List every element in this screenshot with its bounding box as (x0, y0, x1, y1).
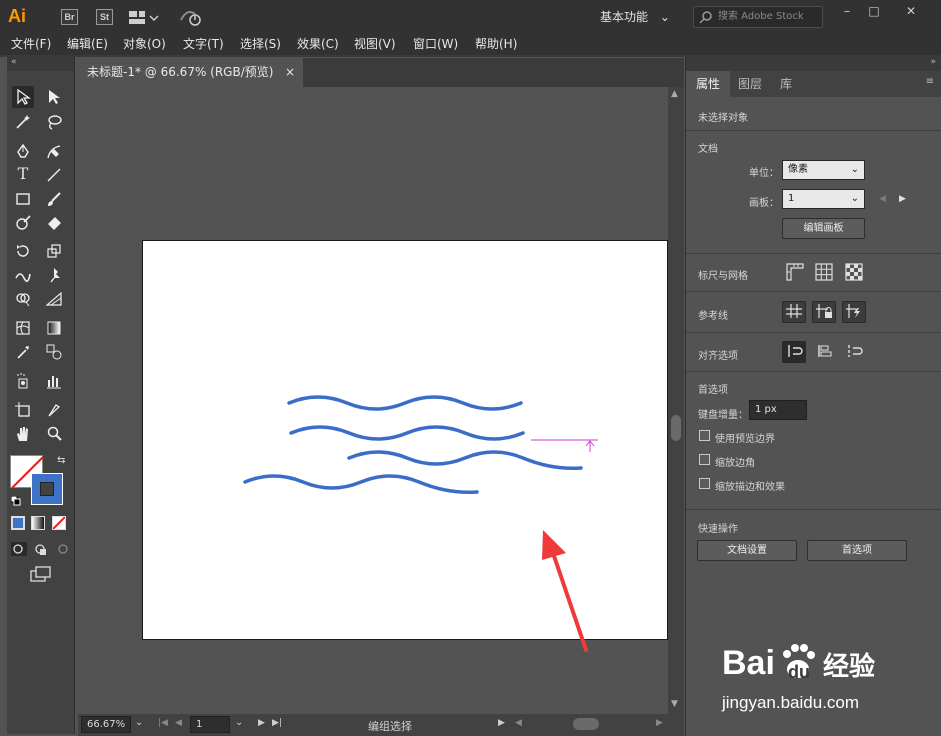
status-bar: 66.67% ⌄ |◀ ◀ 1 ⌄ ▶ ▶| 编组选择 ▶ ◀ ▶ (78, 714, 684, 736)
next-artboard-icon[interactable]: ▶ (899, 194, 906, 204)
align-to-artboard-icon[interactable] (842, 341, 866, 363)
zoom-dropdown-icon[interactable]: ⌄ (135, 717, 143, 728)
grid-icon[interactable] (813, 261, 835, 283)
scale-corners-label: 缩放边角 (715, 458, 755, 469)
panel-menu-icon[interactable]: ≡ (926, 76, 934, 87)
artboard-label: 画板： (749, 198, 779, 209)
keyboard-increment-label: 键盘增量： (698, 410, 748, 421)
keyboard-increment-input[interactable]: 1 px (749, 400, 807, 420)
rulers-grids-title: 标尺与网格 (698, 271, 748, 282)
align-options-title: 对齐选项 (698, 351, 738, 362)
scale-corners-checkbox[interactable] (699, 454, 710, 465)
panel-divider (686, 253, 941, 254)
properties-panel: » 属性 图层 库 ≡ 未选择对象 文档 单位： 像素 ⌄ 画板： 1 ⌄ ◀ … (685, 57, 941, 736)
vertical-scroll-thumb[interactable] (671, 415, 681, 441)
panel-tab-bar: 属性 图层 库 ≡ (686, 71, 941, 97)
preferences-section-title: 首选项 (698, 385, 728, 396)
wave-line-1[interactable] (287, 395, 523, 411)
tab-layers[interactable]: 图层 (728, 71, 772, 97)
last-artboard-icon[interactable]: ▶| (272, 718, 282, 728)
smart-guides-icon[interactable] (842, 301, 866, 323)
watermark-brand: Bai (722, 644, 775, 682)
scroll-up-icon[interactable]: ▲ (671, 89, 678, 99)
align-to-selection-icon[interactable] (782, 341, 806, 363)
no-selection-label: 未选择对象 (698, 113, 748, 124)
lock-guides-icon[interactable] (812, 301, 836, 323)
artboard-number-field[interactable]: 1 (190, 716, 230, 733)
prev-artboard-icon[interactable]: ◀ (175, 718, 182, 728)
artboard-value: 1 (788, 193, 795, 204)
chevron-down-icon: ⌄ (850, 193, 859, 204)
preferences-button[interactable]: 首选项 (807, 540, 907, 561)
guides-title: 参考线 (698, 311, 728, 322)
horizontal-scroll-thumb[interactable] (573, 718, 599, 730)
scroll-left-icon[interactable]: ◀ (515, 718, 522, 728)
use-preview-bounds-checkbox[interactable] (699, 430, 710, 441)
scroll-right-icon[interactable]: ▶ (656, 718, 663, 728)
tab-libraries[interactable]: 库 (770, 71, 802, 97)
expand-icon[interactable]: » (930, 57, 936, 67)
watermark-brand-du: du (788, 662, 810, 682)
smart-guide-marker (531, 439, 598, 452)
artboard-select[interactable]: 1 ⌄ (782, 189, 865, 209)
units-value: 像素 (788, 164, 808, 175)
scroll-down-icon[interactable]: ▼ (671, 699, 678, 709)
tool-status-text: 编组选择 (368, 720, 412, 733)
quick-actions-title: 快速操作 (698, 524, 738, 535)
watermark-cn: 经验 (823, 652, 876, 682)
show-guides-icon[interactable] (782, 301, 806, 323)
scale-strokes-effects-checkbox[interactable] (699, 478, 710, 489)
edit-artboards-button[interactable]: 编辑画板 (782, 218, 865, 239)
use-preview-bounds-label: 使用预览边界 (715, 434, 775, 445)
wave-line-2[interactable] (289, 425, 525, 441)
vertical-scrollbar[interactable]: ▲ ▼ (668, 87, 684, 714)
transparency-grid-icon[interactable] (843, 261, 865, 283)
first-artboard-icon[interactable]: |◀ (158, 718, 168, 728)
artboard-dropdown-icon[interactable]: ⌄ (235, 717, 243, 728)
units-label: 单位： (749, 168, 779, 179)
scale-strokes-effects-label: 缩放描边和效果 (715, 482, 785, 493)
panel-divider (686, 509, 941, 510)
document-section-title: 文档 (698, 144, 718, 155)
baidu-watermark: Bai du 经验 jingyan.baidu.com (718, 640, 933, 718)
align-to-key-object-icon[interactable] (812, 341, 836, 363)
wave-line-3[interactable] (347, 450, 583, 471)
red-arrow-annotation (542, 530, 588, 652)
wave-line-4[interactable] (243, 474, 479, 495)
document-setup-button[interactable]: 文档设置 (697, 540, 797, 561)
tab-properties[interactable]: 属性 (686, 71, 731, 97)
chevron-down-icon: ⌄ (850, 164, 859, 175)
zoom-level-field[interactable]: 66.67% (81, 716, 131, 733)
panel-divider (686, 291, 941, 292)
previous-artboard-icon[interactable]: ◀ (879, 194, 886, 204)
watermark-url: jingyan.baidu.com (722, 693, 860, 712)
panel-header[interactable]: » (686, 57, 941, 71)
panel-divider (686, 130, 941, 131)
status-menu-icon[interactable]: ▶ (498, 718, 505, 728)
units-select[interactable]: 像素 ⌄ (782, 160, 865, 180)
panel-divider (686, 332, 941, 333)
ruler-icon[interactable] (784, 261, 806, 283)
next-artboard-icon[interactable]: ▶ (258, 718, 265, 728)
panel-divider (686, 371, 941, 372)
